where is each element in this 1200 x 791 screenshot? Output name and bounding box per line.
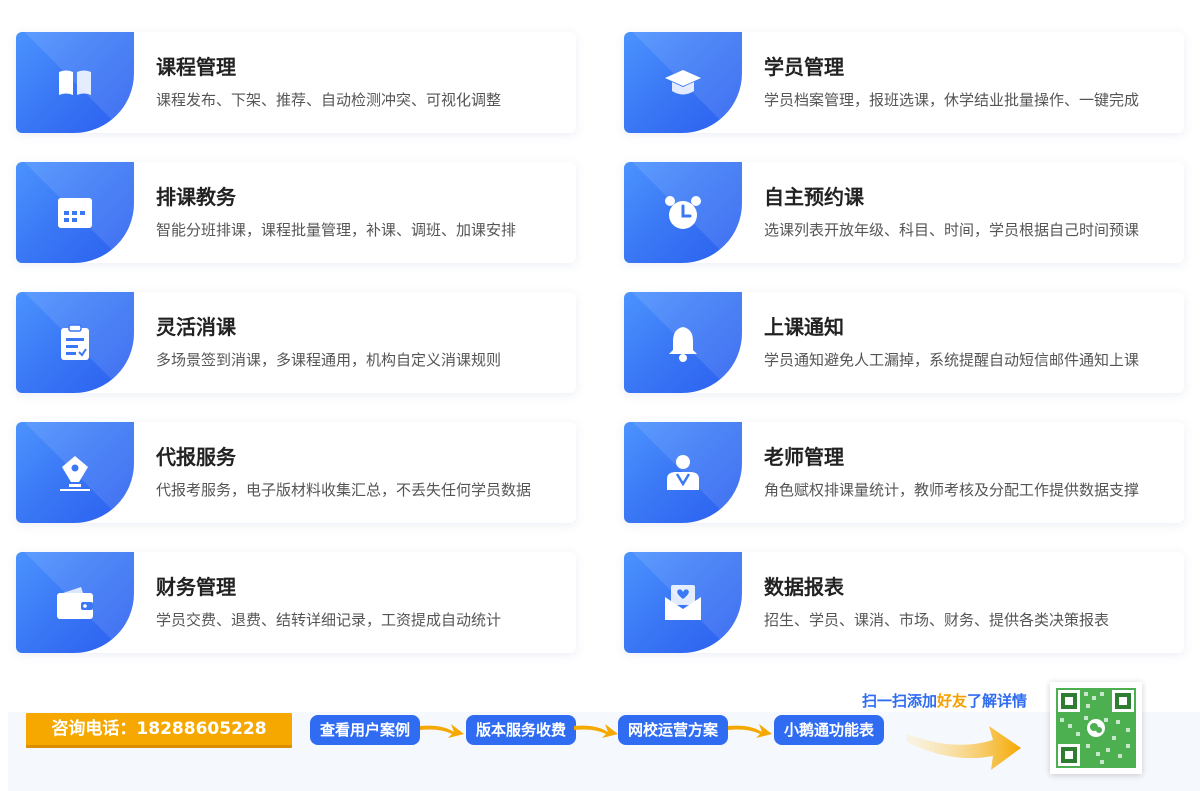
icon-tile [624,292,742,393]
feature-list-button[interactable]: 小鹅通功能表 [774,715,885,745]
arrow-right-icon [574,724,618,738]
book-icon [59,70,91,95]
feature-desc: 代报考服务，电子版材料收集汇总，不丢失任何学员数据 [156,481,532,499]
scan-hint: 扫一扫添加好友了解详情 [862,690,1027,711]
icon-tile [624,422,742,523]
feature-title: 上课通知 [764,315,844,339]
feature-desc: 智能分班排课，课程批量管理，补课、调班、加课安排 [156,221,517,239]
icon-tile [16,32,134,133]
envelope-heart-icon [665,585,701,620]
wallet-icon [57,587,93,619]
feature-desc: 学员交费、退费、结转详细记录，工资提成自动统计 [156,611,502,629]
feature-title: 自主预约课 [764,185,864,209]
qr-code-icon [1056,688,1136,768]
feature-card-finance[interactable]: 财务管理 学员交费、退费、结转详细记录，工资提成自动统计 [16,552,576,653]
pen-nib-icon [60,456,90,491]
icon-tile [16,292,134,393]
feature-desc: 学员通知避免人工漏掉，系统提醒自动短信邮件通知上课 [764,351,1140,369]
user-cases-button[interactable]: 查看用户案例 [310,715,421,745]
alarm-clock-icon [665,196,701,229]
feature-card-booking[interactable]: 自主预约课 选课列表开放年级、科目、时间，学员根据自己时间预课 [624,162,1184,263]
feature-desc: 角色赋权排课量统计，教师考核及分配工作提供数据支撑 [764,481,1140,499]
big-arrow-icon [907,726,1021,770]
feature-card-teacher[interactable]: 老师管理 角色赋权排课量统计，教师考核及分配工作提供数据支撑 [624,422,1184,523]
feature-title: 课程管理 [156,55,236,79]
icon-tile [624,162,742,263]
scan-suffix: 了解详情 [967,692,1028,710]
operation-plan-button[interactable]: 网校运营方案 [618,715,729,745]
arrow-right-icon [728,724,772,738]
feature-card-notify[interactable]: 上课通知 学员通知避免人工漏掉，系统提醒自动短信邮件通知上课 [624,292,1184,393]
feature-title: 财务管理 [156,575,236,599]
graduation-cap-icon [665,70,701,95]
feature-title: 学员管理 [764,55,844,79]
feature-grid: 课程管理 课程发布、下架、推荐、自动检测冲突、可视化调整 学员管理 学员档案管理… [0,0,1200,680]
feature-card-agent[interactable]: 代报服务 代报考服务，电子版材料收集汇总，不丢失任何学员数据 [16,422,576,523]
scan-highlight: 好友 [937,692,968,710]
calendar-icon [58,198,92,228]
feature-card-course[interactable]: 课程管理 课程发布、下架、推荐、自动检测冲突、可视化调整 [16,32,576,133]
pricing-button[interactable]: 版本服务收费 [466,715,577,745]
feature-desc: 多场景签到消课，多课程通用，机构自定义消课规则 [156,351,502,369]
feature-title: 代报服务 [156,445,236,469]
feature-desc: 选课列表开放年级、科目、时间，学员根据自己时间预课 [764,221,1140,239]
bell-icon [669,327,697,362]
icon-tile [624,552,742,653]
feature-card-scheduling[interactable]: 排课教务 智能分班排课，课程批量管理，补课、调班、加课安排 [16,162,576,263]
feature-card-reports[interactable]: 数据报表 招生、学员、课消、市场、财务、提供各类决策报表 [624,552,1184,653]
clipboard-icon [61,324,89,360]
feature-title: 数据报表 [764,575,844,599]
feature-card-student[interactable]: 学员管理 学员档案管理，报班选课，休学结业批量操作、一键完成 [624,32,1184,133]
icon-tile [624,32,742,133]
feature-desc: 招生、学员、课消、市场、财务、提供各类决策报表 [764,611,1110,629]
feature-desc: 学员档案管理，报班选课，休学结业批量操作、一键完成 [764,91,1140,109]
arrow-right-icon [420,724,464,738]
feature-title: 灵活消课 [156,315,236,339]
feature-desc: 课程发布、下架、推荐、自动检测冲突、可视化调整 [156,91,502,109]
icon-tile [16,422,134,523]
icon-tile [16,162,134,263]
phone-banner[interactable]: 咨询电话：18288605228 [26,713,292,745]
qr-code[interactable] [1050,682,1142,774]
icon-tile [16,552,134,653]
feature-title: 老师管理 [764,445,844,469]
scan-prefix: 扫一扫添加 [862,692,938,710]
teacher-icon [667,455,699,490]
feature-title: 排课教务 [156,185,236,209]
feature-card-consume[interactable]: 灵活消课 多场景签到消课，多课程通用，机构自定义消课规则 [16,292,576,393]
